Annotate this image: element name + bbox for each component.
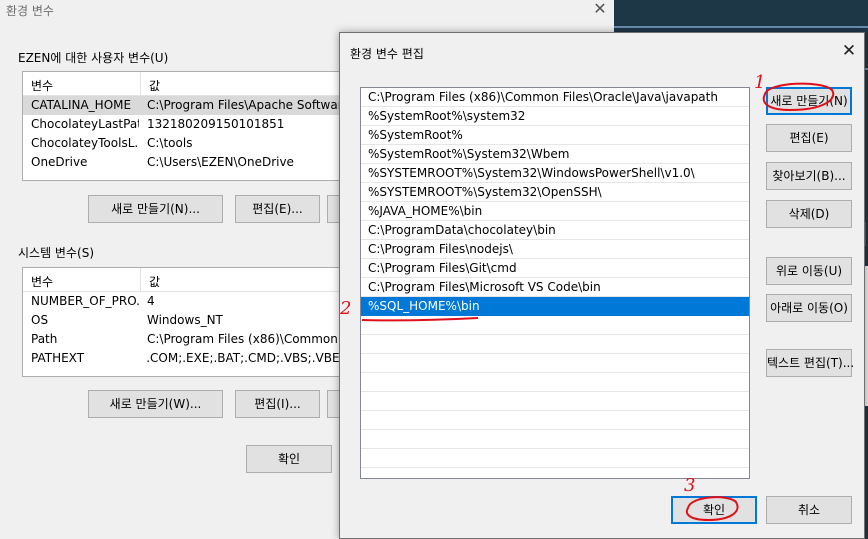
row-variable: PATHEXT: [31, 351, 85, 365]
row-value: 132180209150101851: [147, 117, 285, 131]
list-item-empty[interactable]: [361, 430, 749, 449]
path-list[interactable]: C:\Program Files (x86)\Common Files\Orac…: [360, 87, 750, 479]
row-variable: Path: [31, 332, 58, 346]
list-item[interactable]: C:\Program Files\Git\cmd: [361, 259, 749, 278]
edit-text-button[interactable]: 텍스트 편집(T)...: [766, 349, 854, 377]
window-title: 환경 변수: [6, 4, 54, 18]
system-edit-button[interactable]: 편집(I)...: [235, 390, 320, 418]
list-item-empty[interactable]: [361, 449, 749, 468]
table-row[interactable]: PATHEXT .COM;.EXE;.BAT;.CMD;.VBS;.VBE;.J…: [23, 349, 361, 368]
table-row[interactable]: NUMBER_OF_PRO... 4: [23, 292, 361, 311]
user-new-button[interactable]: 새로 만들기(N)...: [88, 195, 223, 223]
edit-environment-variable-dialog: 환경 변수 편집 ✕ C:\Program Files (x86)\Common…: [339, 32, 865, 539]
list-item-selected[interactable]: %SQL_HOME%\bin: [361, 297, 749, 316]
system-variables-label: 시스템 변수(S): [18, 246, 94, 260]
list-item-empty[interactable]: [361, 392, 749, 411]
list-item[interactable]: %SystemRoot%\System32\Wbem: [361, 145, 749, 164]
row-variable: ChocolateyLastPat...: [31, 117, 139, 131]
bg-ok-button[interactable]: 확인: [246, 445, 332, 473]
table-row[interactable]: OneDrive C:\Users\EZEN\OneDrive: [23, 153, 361, 172]
user-edit-button[interactable]: 편집(E)...: [235, 195, 320, 223]
list-item-empty[interactable]: [361, 354, 749, 373]
list-item[interactable]: %SYSTEMROOT%\System32\OpenSSH\: [361, 183, 749, 202]
move-up-button[interactable]: 위로 이동(U): [766, 257, 852, 285]
column-header-variable[interactable]: 변수: [23, 268, 141, 291]
table-header: 변수 값: [23, 72, 361, 96]
annotation-number: 1: [754, 72, 766, 93]
row-value: C:\tools: [147, 136, 193, 150]
system-new-button[interactable]: 새로 만들기(W)...: [88, 390, 223, 418]
dialog-title: 환경 변수 편집: [350, 47, 424, 61]
delete-button[interactable]: 삭제(D): [766, 200, 852, 228]
close-icon[interactable]: ✕: [838, 41, 860, 63]
column-header-value[interactable]: 값: [141, 72, 160, 95]
user-variables-table[interactable]: 변수 값 CATALINA_HOME C:\Program Files\Apac…: [22, 71, 362, 181]
list-item-empty[interactable]: [361, 373, 749, 392]
row-variable: ChocolateyToolsL...: [31, 136, 139, 150]
row-value: .COM;.EXE;.BAT;.CMD;.VBS;.VBE;.JS;: [146, 351, 361, 365]
annotation-number: 2: [340, 298, 352, 319]
browse-button[interactable]: 찾아보기(B)...: [766, 162, 852, 190]
annotation-number: 3: [684, 475, 696, 496]
user-variables-label: EZEN에 대한 사용자 변수(U): [18, 51, 169, 65]
list-item[interactable]: %SYSTEMROOT%\System32\WindowsPowerShell\…: [361, 164, 749, 183]
divider: [614, 26, 868, 28]
column-header-variable[interactable]: 변수: [23, 72, 141, 95]
system-variables-table[interactable]: 변수 값 NUMBER_OF_PRO... 4 OS Windows_NT Pa…: [22, 267, 362, 377]
list-item-empty[interactable]: [361, 335, 749, 354]
list-item[interactable]: C:\Program Files\Microsoft VS Code\bin: [361, 278, 749, 297]
row-variable: NUMBER_OF_PRO...: [31, 294, 139, 308]
list-item[interactable]: C:\Program Files\nodejs\: [361, 240, 749, 259]
table-row[interactable]: ChocolateyLastPat... 132180209150101851: [23, 115, 361, 134]
row-variable: OS: [31, 313, 49, 327]
row-variable: OneDrive: [31, 155, 88, 169]
column-header-value[interactable]: 값: [141, 268, 160, 291]
edit-button[interactable]: 편집(E): [766, 124, 852, 152]
list-item-empty[interactable]: [361, 316, 749, 335]
table-row[interactable]: ChocolateyToolsL... C:\tools: [23, 134, 361, 153]
row-variable: CATALINA_HOME: [31, 98, 132, 112]
move-down-button[interactable]: 아래로 이동(O): [766, 294, 852, 322]
list-item[interactable]: %SystemRoot%\system32: [361, 107, 749, 126]
ok-button[interactable]: 확인: [671, 496, 757, 524]
table-row[interactable]: Path C:\Program Files (x86)\Common F: [23, 330, 361, 349]
row-value: C:\Users\EZEN\OneDrive: [147, 155, 294, 169]
list-item[interactable]: %SystemRoot%: [361, 126, 749, 145]
table-row[interactable]: OS Windows_NT: [23, 311, 361, 330]
close-icon[interactable]: ✕: [590, 0, 610, 20]
row-value: C:\Program Files (x86)\Common F: [147, 332, 349, 346]
table-header: 변수 값: [23, 268, 361, 292]
list-item[interactable]: C:\ProgramData\chocolatey\bin: [361, 221, 749, 240]
list-item[interactable]: C:\Program Files (x86)\Common Files\Orac…: [361, 88, 749, 107]
list-item-empty[interactable]: [361, 411, 749, 430]
cancel-button[interactable]: 취소: [766, 496, 852, 524]
row-value: C:\Program Files\Apache Software: [147, 98, 350, 112]
row-value: 4: [147, 294, 155, 308]
table-row[interactable]: CATALINA_HOME C:\Program Files\Apache So…: [23, 96, 361, 115]
list-item[interactable]: %JAVA_HOME%\bin: [361, 202, 749, 221]
row-value: Windows_NT: [147, 313, 223, 327]
new-button[interactable]: 새로 만들기(N): [766, 87, 852, 115]
